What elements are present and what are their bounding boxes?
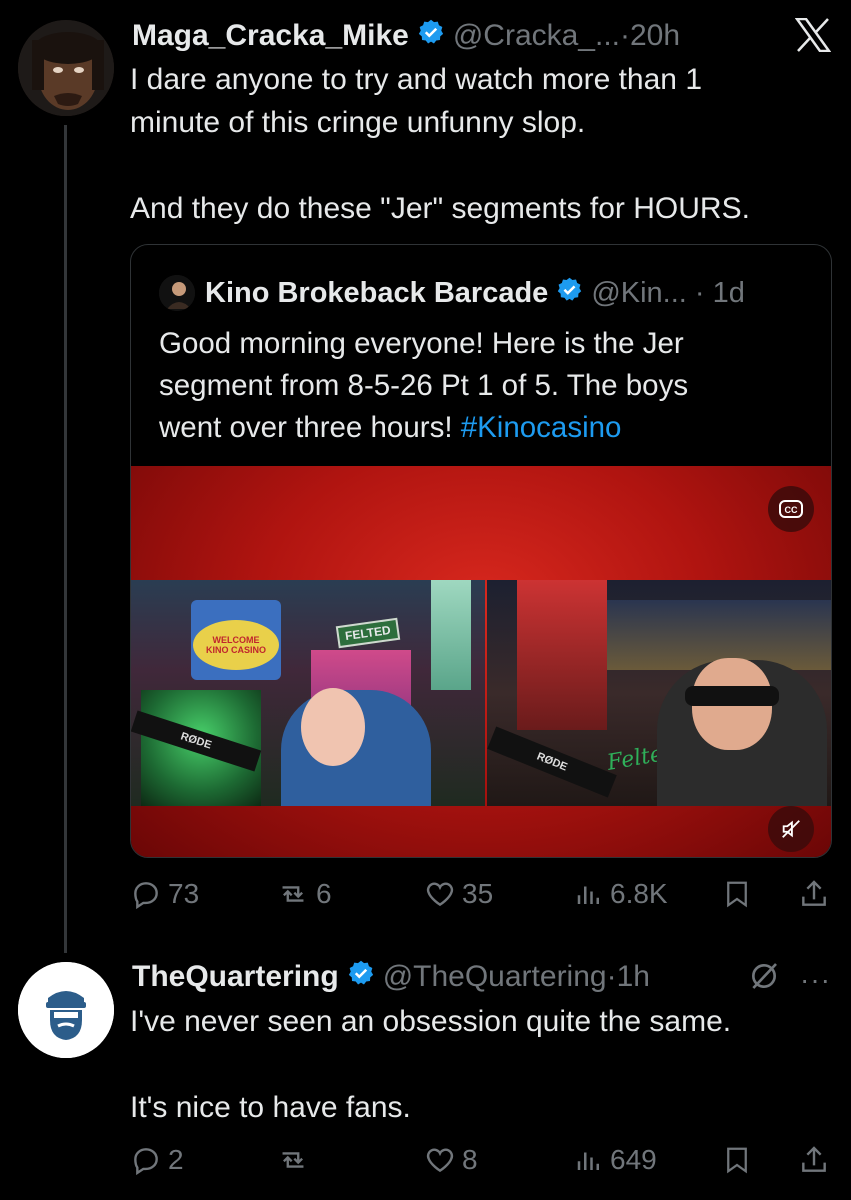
kino-casino-sign-text: KINO CASINO	[205, 645, 266, 655]
share-icon	[798, 1144, 830, 1176]
like-count: 8	[462, 1144, 478, 1175]
quote-author-handle[interactable]: @Kin...	[591, 277, 687, 310]
bookmark-icon	[722, 878, 752, 910]
tweet-actions: 73 6 35 6.8K	[130, 872, 832, 916]
verified-badge-icon	[417, 18, 445, 54]
views-icon	[574, 879, 604, 909]
like-button[interactable]: 8	[424, 1144, 478, 1176]
post-time[interactable]: 20h	[630, 19, 680, 53]
grok-icon[interactable]	[748, 960, 780, 997]
repost-button[interactable]	[276, 1144, 316, 1176]
svg-text:CC: CC	[785, 505, 798, 515]
tweet-header: Maga_Cracka_Mike @Cracka_... · 20h	[132, 16, 680, 56]
verified-badge-icon	[556, 276, 583, 311]
microphone-right: RØDE	[487, 726, 617, 798]
reply-count: 2	[168, 1144, 184, 1175]
dot-separator: ·	[686, 276, 713, 309]
dot-separator: ·	[606, 960, 617, 993]
welcome-sign: WELCOME KINO CASINO	[193, 620, 279, 670]
repost-button[interactable]: 6	[276, 878, 332, 910]
bookmark-button[interactable]	[722, 1144, 752, 1176]
like-button[interactable]: 35	[424, 878, 493, 910]
welcome-sign-text: WELCOME	[212, 635, 260, 645]
felted-sign-text: FELTED	[344, 622, 392, 644]
quote-avatar-icon	[159, 275, 195, 311]
arcade-cabinet	[517, 580, 607, 730]
avatar-face-icon	[18, 20, 114, 116]
quote-text: Good morning everyone! Here is the Jer s…	[159, 323, 809, 449]
repost-icon	[276, 1144, 310, 1176]
author-handle[interactable]: @Cracka_...	[453, 19, 620, 53]
rode-label-right: RØDE	[535, 750, 569, 774]
like-icon	[424, 1144, 456, 1176]
author-handle[interactable]: @TheQuartering	[383, 960, 607, 994]
bearded-man-logo-icon	[18, 962, 114, 1058]
repost-icon	[276, 878, 310, 910]
reply-icon	[130, 878, 162, 910]
repost-count: 6	[316, 878, 332, 909]
statue-prop	[431, 580, 471, 690]
dot-separator: ·	[620, 19, 630, 52]
mute-icon[interactable]	[768, 806, 814, 852]
views-icon	[574, 1145, 604, 1175]
author-name[interactable]: TheQuartering	[132, 960, 339, 994]
tweet-text: I dare anyone to try and watch more than…	[130, 63, 750, 225]
like-count: 35	[462, 878, 494, 909]
more-icon[interactable]: ···	[800, 964, 831, 996]
avatar[interactable]	[18, 962, 114, 1058]
share-button[interactable]	[798, 1144, 830, 1176]
video-frame-right: Felted RØDE	[487, 580, 831, 806]
quote-avatar[interactable]	[159, 275, 195, 311]
reply-icon	[130, 1144, 162, 1176]
felted-sign: FELTED	[335, 617, 401, 649]
quote-header: Kino Brokeback Barcade @Kin... · 1d	[205, 273, 745, 313]
x-logo-icon[interactable]	[794, 17, 832, 57]
post-time[interactable]: 1h	[617, 960, 650, 994]
rode-label-left: RØDE	[179, 730, 213, 752]
reply-button[interactable]: 2	[130, 1144, 184, 1176]
tweet-header: TheQuartering @TheQuartering · 1h	[132, 957, 650, 997]
video-player[interactable]: CC WELCOME KINO CASINO FELTED RØDE Felte…	[131, 466, 831, 857]
person-right-glasses	[685, 686, 779, 706]
views-button[interactable]: 6.8K	[574, 878, 668, 910]
person-left-face	[301, 688, 365, 766]
like-icon	[424, 878, 456, 910]
hashtag-link[interactable]: #Kinocasino	[461, 411, 622, 444]
reply-count: 73	[168, 878, 200, 909]
author-name[interactable]: Maga_Cracka_Mike	[132, 19, 409, 53]
views-count: 6.8K	[610, 878, 668, 909]
thread-connector-line	[64, 125, 67, 953]
views-count: 649	[610, 1144, 657, 1175]
verified-badge-icon	[347, 959, 375, 995]
reply-button[interactable]: 73	[130, 878, 199, 910]
cc-icon[interactable]: CC	[768, 486, 814, 532]
bookmark-button[interactable]	[722, 878, 752, 910]
video-frame-left: WELCOME KINO CASINO FELTED RØDE	[131, 580, 485, 806]
tweet-text: I've never seen an obsession quite the s…	[130, 1005, 732, 1124]
avatar[interactable]	[18, 20, 114, 116]
share-icon	[798, 878, 830, 910]
bookmark-icon	[722, 1144, 752, 1176]
quote-post-time: 1d	[712, 276, 745, 309]
quote-author-name[interactable]: Kino Brokeback Barcade	[205, 277, 548, 310]
tweet-actions: 2 8 649	[130, 1138, 832, 1182]
quoted-tweet-card[interactable]: Kino Brokeback Barcade @Kin... · 1d Good…	[130, 244, 832, 858]
views-button[interactable]: 649	[574, 1144, 657, 1176]
share-button[interactable]	[798, 878, 830, 910]
